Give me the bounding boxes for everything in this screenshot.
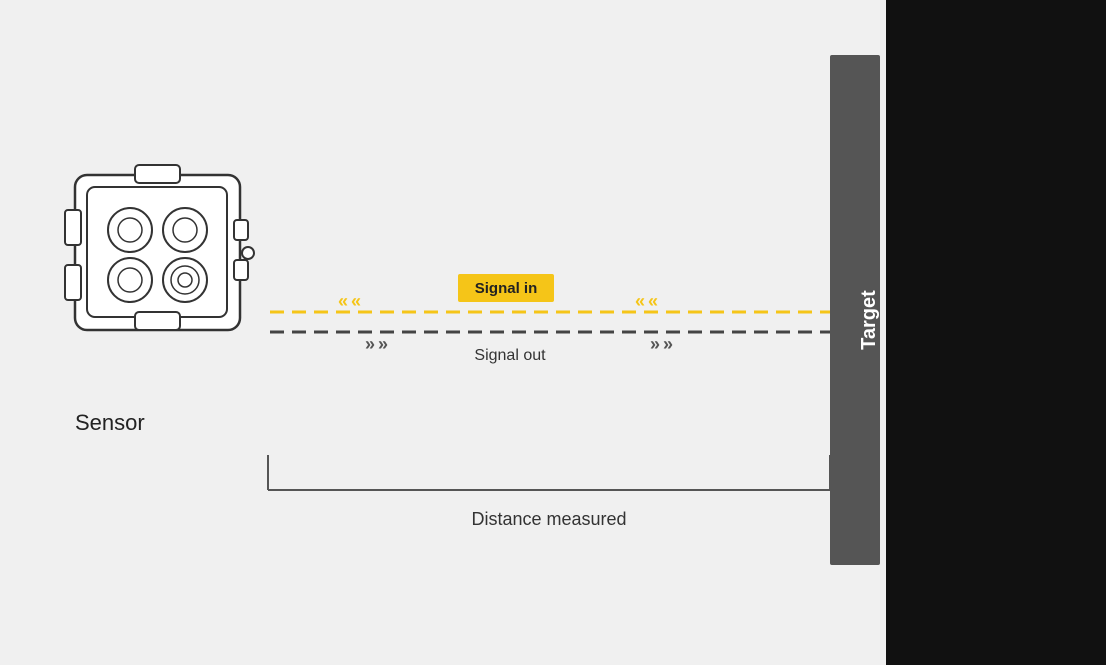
distance-label: Distance measured (471, 509, 626, 529)
svg-text:«: « (635, 291, 645, 311)
svg-text:«: « (338, 291, 348, 311)
svg-text:»: » (650, 334, 660, 354)
svg-text:«: « (351, 291, 361, 311)
signal-in-text: Signal in (475, 280, 538, 297)
diagram-container: Target (0, 0, 1106, 665)
svg-text:«: « (648, 291, 658, 311)
right-panel (886, 0, 1106, 665)
svg-text:»: » (378, 334, 388, 354)
target-label: Target (858, 290, 880, 350)
signal-in-box (458, 274, 554, 302)
svg-text:»: » (365, 334, 375, 354)
target-bar (830, 55, 880, 565)
sensor-label: Sensor (75, 410, 145, 436)
signal-out-text: Signal out (474, 347, 546, 364)
svg-text:»: » (663, 334, 673, 354)
